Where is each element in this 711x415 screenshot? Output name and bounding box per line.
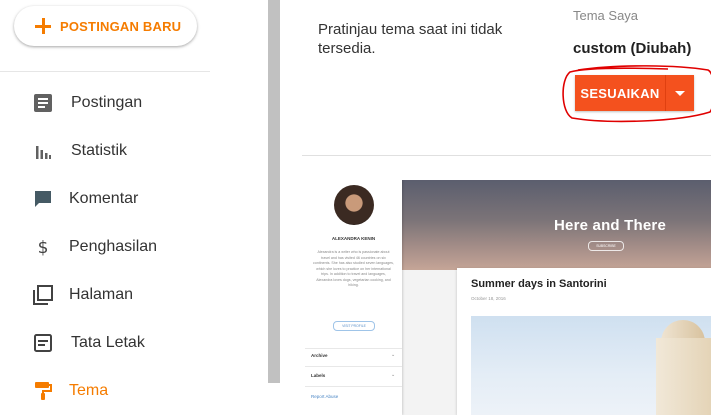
- posts-icon: [33, 93, 53, 113]
- theme-name: custom (Diubah): [573, 40, 692, 57]
- sidebar-item-label: Tema: [69, 382, 109, 399]
- pages-icon: [33, 285, 53, 305]
- thumbnail-divider: [305, 386, 402, 387]
- red-annotation-circle: [562, 65, 711, 123]
- svg-text:$: $: [38, 238, 49, 257]
- visit-profile-button: VISIT PROFILE: [333, 321, 375, 331]
- author-name: ALEXANDRA KENIN: [331, 236, 376, 241]
- sidebar-scrollbar[interactable]: [268, 0, 280, 383]
- post-image: [471, 316, 711, 415]
- sidebar-item-label: Penghasilan: [69, 238, 158, 255]
- post-date: October 18, 2016: [471, 296, 506, 301]
- sidebar-item-pages[interactable]: Halaman: [0, 273, 268, 317]
- my-theme-label: Tema Saya: [573, 8, 639, 23]
- sidebar-item-stats[interactable]: Statistik: [0, 129, 268, 173]
- preview-unavailable-message: Pratinjau tema saat ini tidak tersedia.: [318, 21, 503, 57]
- sidebar-item-label: Postingan: [71, 94, 143, 111]
- chevron-down-icon: ⌄: [391, 352, 396, 358]
- sidebar-item-label: Tata Letak: [71, 334, 145, 351]
- author-avatar: [334, 185, 374, 225]
- theme-main-panel: Pratinjau tema saat ini tidak tersedia. …: [280, 0, 711, 415]
- sidebar-item-label: Halaman: [69, 286, 134, 303]
- sidebar-item-layout[interactable]: Tata Letak: [0, 321, 268, 365]
- layout-icon: [33, 333, 53, 353]
- thumbnail-sidebar: ALEXANDRA KENIN Alexandra is a writer wh…: [305, 180, 402, 415]
- post-title: Summer days in Santorini: [471, 278, 607, 290]
- author-bio: Alexandra is a writer who is passionate …: [313, 250, 394, 287]
- chevron-down-icon: ⌄: [391, 372, 396, 378]
- sidebar-item-label: Statistik: [71, 142, 128, 159]
- blog-title: Here and There: [554, 217, 667, 234]
- thumbnail-divider: [305, 348, 402, 349]
- sidebar-item-earnings[interactable]: $ Penghasilan: [0, 225, 268, 269]
- sidebar: POSTINGAN BARU Postingan Statistik Komen…: [0, 0, 268, 415]
- sidebar-divider: [0, 71, 210, 72]
- report-abuse-link: Report Abuse: [311, 394, 339, 399]
- sidebar-item-label: Komentar: [69, 190, 139, 207]
- post-card: Summer days in Santorini October 18, 201…: [457, 268, 711, 415]
- content-divider: [302, 155, 711, 156]
- stats-icon: [33, 141, 53, 161]
- paint-roller-icon: [33, 381, 53, 401]
- sidebar-item-comments[interactable]: Komentar: [0, 177, 268, 221]
- dollar-icon: $: [33, 237, 53, 257]
- new-post-label: POSTINGAN BARU: [60, 18, 182, 34]
- theme-thumbnail[interactable]: ALEXANDRA KENIN Alexandra is a writer wh…: [305, 180, 711, 415]
- thumbnail-divider: [305, 366, 402, 367]
- sidebar-item-posts[interactable]: Postingan: [0, 81, 268, 125]
- building-shape: [656, 338, 711, 415]
- plus-icon: [34, 17, 52, 35]
- archive-link: Archive: [311, 353, 328, 358]
- subscribe-button: SUBSCRIBE: [588, 241, 624, 251]
- sidebar-item-theme[interactable]: Tema: [0, 369, 268, 413]
- labels-link: Labels: [311, 373, 326, 378]
- thumbnail-hero: Here and There SUBSCRIBE: [402, 180, 711, 270]
- comment-icon: [33, 189, 53, 209]
- new-post-button[interactable]: POSTINGAN BARU: [14, 6, 197, 46]
